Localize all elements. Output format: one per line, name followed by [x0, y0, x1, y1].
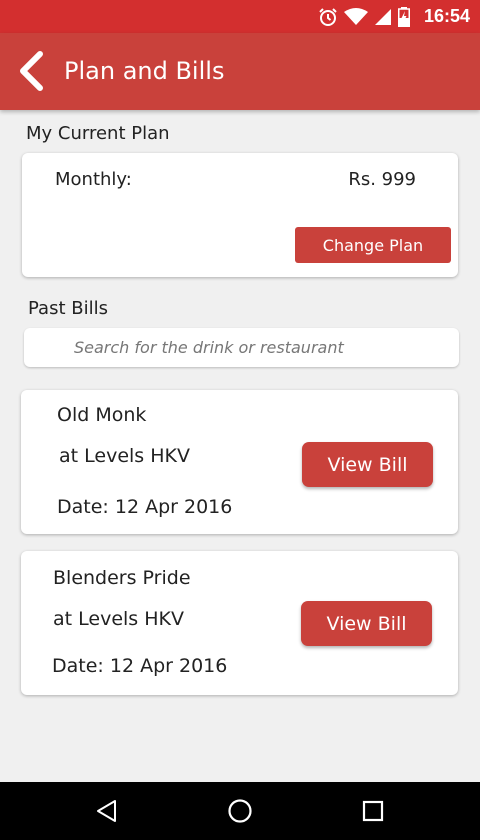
plan-period-label: Monthly:	[55, 169, 132, 190]
battery-charging-icon	[397, 6, 410, 27]
current-plan-card: Monthly: Rs. 999 Change Plan	[22, 153, 458, 277]
view-bill-button[interactable]: View Bill	[301, 601, 432, 646]
status-icons: 16:54	[318, 0, 470, 33]
search-input[interactable]	[74, 328, 444, 367]
plan-price: Rs. 999	[348, 169, 416, 190]
back-button[interactable]	[14, 51, 48, 91]
change-plan-button[interactable]: Change Plan	[295, 227, 451, 263]
bill-card: Blenders Pride at Levels HKV Date: 12 Ap…	[21, 551, 458, 695]
status-time: 16:54	[423, 6, 470, 26]
nav-back-button[interactable]	[92, 796, 122, 826]
search-box	[24, 328, 459, 367]
bill-venue: at Levels HKV	[59, 445, 190, 467]
bill-card: Old Monk at Levels HKV Date: 12 Apr 2016…	[21, 390, 458, 534]
view-bill-button[interactable]: View Bill	[302, 442, 433, 487]
app-bar: Plan and Bills	[0, 33, 480, 110]
nav-recents-icon	[362, 800, 384, 822]
status-bar: 16:54	[0, 0, 480, 33]
navigation-bar	[0, 782, 480, 840]
bill-date: Date: 12 Apr 2016	[57, 496, 233, 518]
nav-home-button[interactable]	[225, 796, 255, 826]
nav-recents-button[interactable]	[358, 796, 388, 826]
page-title: Plan and Bills	[64, 57, 225, 85]
bill-drink-name: Old Monk	[57, 404, 147, 426]
past-bills-heading: Past Bills	[28, 298, 108, 319]
chevron-left-icon	[20, 51, 43, 91]
wifi-icon	[343, 7, 368, 26]
bill-venue: at Levels HKV	[53, 608, 184, 630]
bill-drink-name: Blenders Pride	[53, 567, 191, 589]
signal-icon	[374, 8, 392, 26]
current-plan-heading: My Current Plan	[26, 123, 170, 144]
nav-home-icon	[228, 799, 252, 823]
bill-date: Date: 12 Apr 2016	[52, 655, 228, 677]
nav-back-icon	[97, 800, 116, 822]
alarm-icon	[318, 7, 338, 27]
